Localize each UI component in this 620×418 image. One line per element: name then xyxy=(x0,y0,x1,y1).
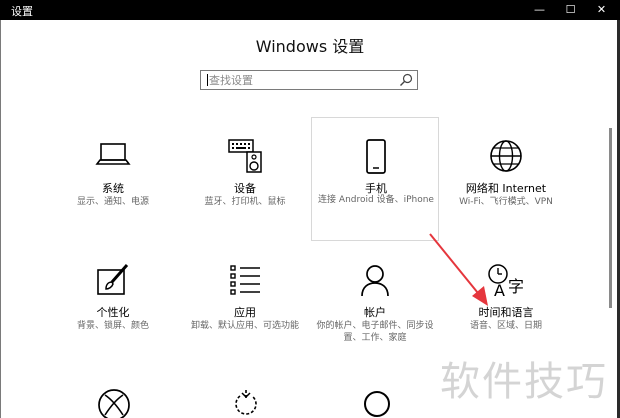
text-cursor xyxy=(207,74,208,86)
tile-devices[interactable]: 设备 蓝牙、打印机、鼠标 xyxy=(181,138,309,218)
tile-apps[interactable]: 应用 卸载、默认应用、可选功能 xyxy=(181,262,309,342)
tile-description: Wi-Fi、飞行模式、VPN xyxy=(459,197,553,207)
search-icon[interactable] xyxy=(399,73,413,87)
phone-icon xyxy=(366,139,386,174)
tile-label: 个性化 xyxy=(96,306,130,319)
svg-text:A: A xyxy=(494,281,505,298)
tile-phone[interactable]: 手机 连接 Android 设备、iPhone xyxy=(311,117,439,241)
xbox-icon[interactable] xyxy=(96,387,132,418)
keyboard-speaker-icon xyxy=(228,139,262,173)
globe-icon xyxy=(490,140,522,172)
apps-list-icon xyxy=(230,265,260,295)
tile-description: 背景、锁屏、颜色 xyxy=(76,321,149,331)
tile-label: 网络和 Internet xyxy=(465,182,547,195)
tile-accounts[interactable]: 帐户 你的帐户、电子邮件、同步设置、工作、家庭 xyxy=(311,262,439,343)
window-title: 设置 xyxy=(11,5,33,18)
close-button[interactable]: ✕ xyxy=(586,0,617,20)
svg-text:字: 字 xyxy=(508,277,524,296)
tile-description: 语音、区域、日期 xyxy=(469,321,542,331)
tile-description: 连接 Android 设备、iPhone xyxy=(318,195,434,205)
tile-description: 你的帐户、电子邮件、同步设置、工作、家庭 xyxy=(316,321,434,343)
tile-description: 蓝牙、打印机、鼠标 xyxy=(204,197,286,207)
search-box[interactable] xyxy=(200,70,418,90)
minimize-button[interactable]: — xyxy=(524,0,555,20)
maximize-button[interactable]: ☐ xyxy=(555,0,586,20)
tile-label: 应用 xyxy=(234,306,256,319)
search-input[interactable] xyxy=(209,72,389,88)
laptop-icon xyxy=(95,143,131,165)
tile-label: 帐户 xyxy=(364,306,386,319)
page-title: Windows 设置 xyxy=(255,37,365,56)
tile-system[interactable]: 系统 显示、通知、电源 xyxy=(49,138,177,218)
annotation-arrow xyxy=(429,233,488,306)
tile-description: 显示、通知、电源 xyxy=(76,197,149,207)
paint-brush-icon xyxy=(97,264,129,295)
window-frame-left xyxy=(0,20,1,418)
tile-personalization[interactable]: 个性化 背景、锁屏、颜色 xyxy=(49,262,177,342)
scrollbar[interactable] xyxy=(609,128,612,308)
title-bar: 设置 — ☐ ✕ xyxy=(0,0,620,20)
watermark-text: 软件技巧 xyxy=(440,359,608,405)
tile-label: 系统 xyxy=(102,182,124,195)
search-settings-icon[interactable] xyxy=(359,387,395,418)
tile-description: 卸载、默认应用、可选功能 xyxy=(190,321,299,331)
person-icon xyxy=(361,265,389,297)
ease-of-access-icon[interactable] xyxy=(228,387,264,418)
tile-label: 设备 xyxy=(234,182,256,195)
tile-network[interactable]: 网络和 Internet Wi-Fi、飞行模式、VPN xyxy=(442,138,570,218)
